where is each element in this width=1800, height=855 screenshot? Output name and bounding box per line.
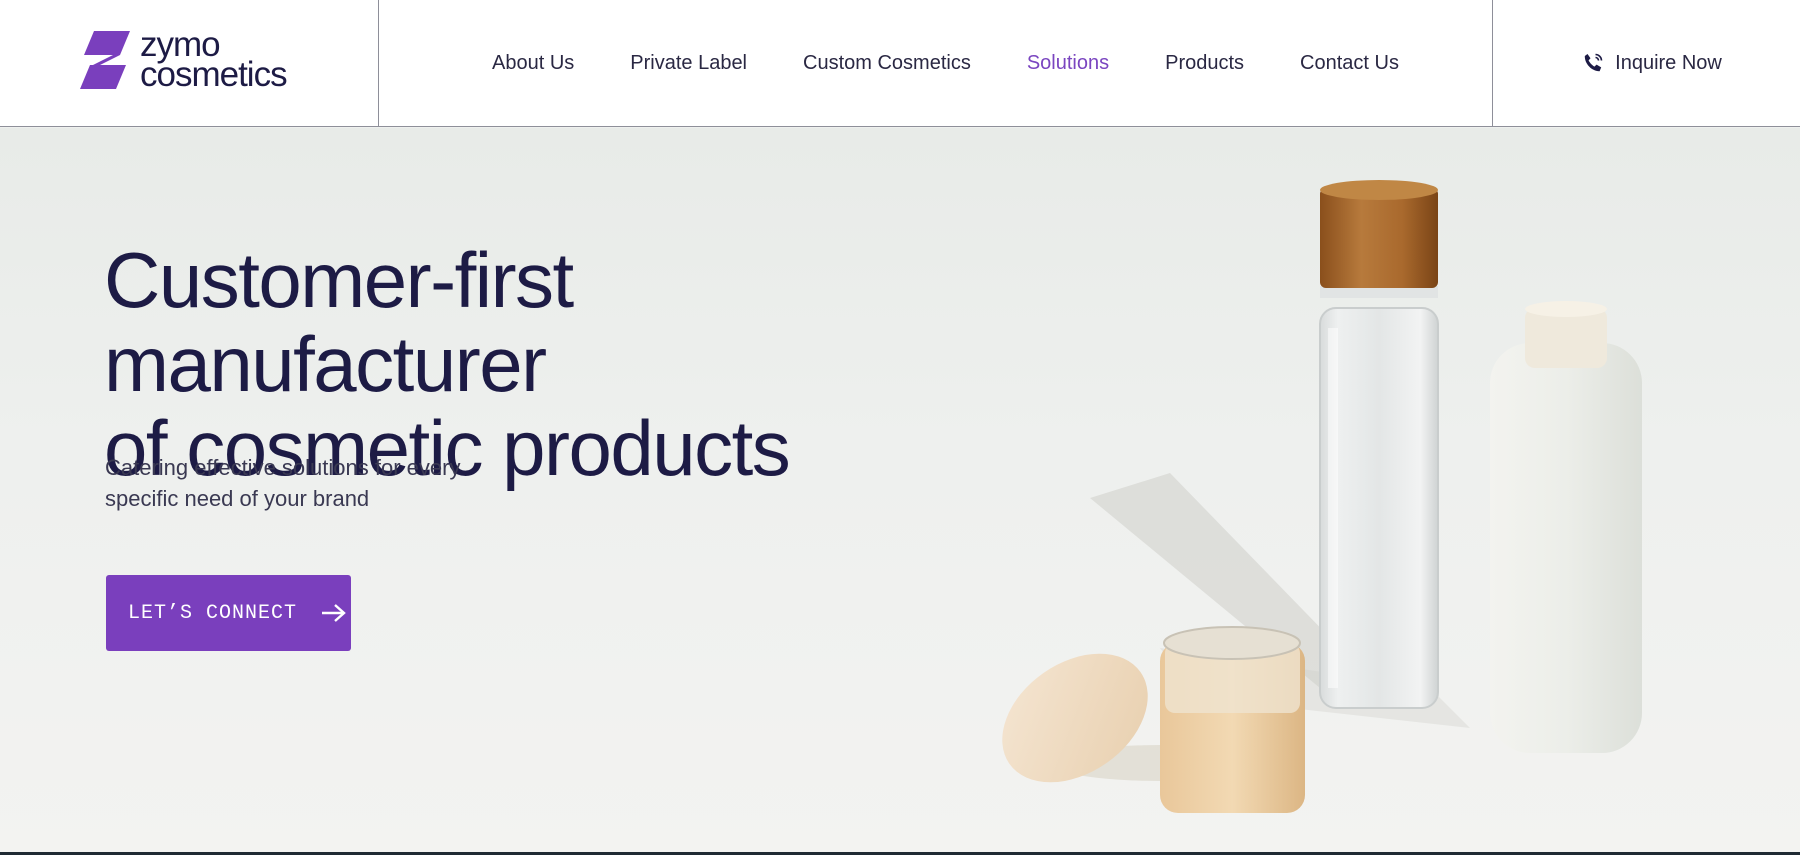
nav-item-about-us[interactable]: About Us (492, 52, 574, 75)
brand-wordmark: zymo cosmetics (140, 27, 288, 94)
inquire-now-label: Inquire Now (1615, 51, 1722, 74)
hero-subtitle-line1: Catering effective solutions for every (105, 455, 461, 480)
brand-logo[interactable]: zymo cosmetics (80, 27, 288, 94)
nav-item-contact-us[interactable]: Contact Us (1300, 52, 1399, 75)
hero-section: Customer-first manufacturer of cosmetic … (0, 128, 1800, 852)
lets-connect-label: LET’S CONNECT (128, 601, 298, 625)
nav-item-solutions[interactable]: Solutions (1027, 52, 1109, 75)
nav-item-products[interactable]: Products (1165, 52, 1244, 75)
phone-icon (1584, 53, 1603, 72)
inquire-now-link[interactable]: Inquire Now (1581, 51, 1722, 75)
main-nav: About Us Private Label Custom Cosmetics … (379, 0, 1493, 126)
inquire-cell: Inquire Now (1493, 0, 1800, 126)
cosmetic-containers-image (1002, 180, 1642, 813)
site-header: zymo cosmetics About Us Private Label Cu… (0, 0, 1800, 127)
logo-cell: zymo cosmetics (0, 0, 379, 126)
nav-item-private-label[interactable]: Private Label (630, 52, 747, 75)
lets-connect-button[interactable]: LET’S CONNECT (106, 575, 351, 651)
hero-subtitle: Catering effective solutions for every s… (105, 452, 505, 514)
arrow-right-icon (322, 604, 346, 622)
nav-item-custom-cosmetics[interactable]: Custom Cosmetics (803, 52, 971, 75)
hero-headline-line1: Customer-first manufacturer (104, 236, 574, 408)
hero-subtitle-line2: specific need of your brand (105, 486, 370, 511)
brand-name-line2: cosmetics (140, 55, 288, 94)
z-mark-icon (80, 31, 130, 89)
